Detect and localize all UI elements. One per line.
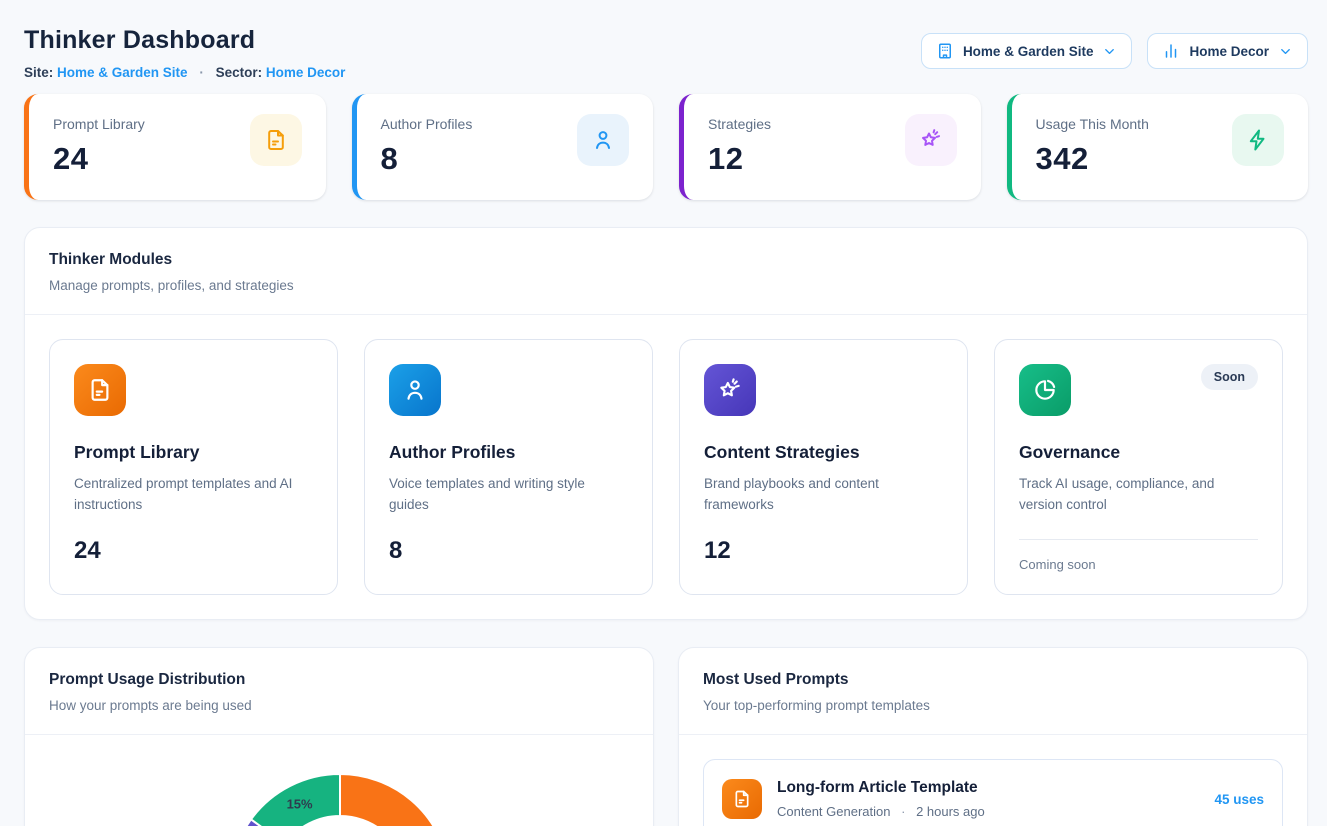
user-icon (577, 114, 629, 166)
prompt-time: 2 hours ago (916, 804, 985, 819)
chevron-down-icon (1102, 44, 1117, 59)
building-icon (936, 42, 954, 60)
usage-panel-title: Prompt Usage Distribution (49, 671, 629, 689)
soon-badge: Soon (1201, 364, 1258, 390)
sector-selector-button[interactable]: Home Decor (1147, 33, 1308, 69)
module-description: Voice templates and writing style guides (389, 474, 628, 516)
title-block: Thinker Dashboard Site: Home & Garden Si… (24, 26, 345, 80)
bottom-row: Prompt Usage Distribution How your promp… (24, 647, 1308, 826)
site-selector-label: Home & Garden Site (963, 44, 1094, 59)
stat-value: 8 (381, 141, 473, 177)
site-label: Site: (24, 65, 53, 80)
prompt-list-item[interactable]: Long-form Article Template Content Gener… (703, 759, 1283, 826)
sparkle-star-icon (905, 114, 957, 166)
usage-panel-header: Prompt Usage Distribution How your promp… (25, 648, 653, 735)
module-description: Track AI usage, compliance, and version … (1019, 474, 1258, 516)
stat-label: Usage This Month (1036, 116, 1149, 132)
stat-value: 24 (53, 141, 145, 177)
pie-chart-icon (1019, 364, 1071, 416)
chevron-down-icon (1278, 44, 1293, 59)
donut-chart: 15% (25, 735, 653, 826)
file-text-icon (250, 114, 302, 166)
sparkle-star-icon (704, 364, 756, 416)
modules-panel: Thinker Modules Manage prompts, profiles… (24, 227, 1308, 620)
bar-chart-icon (1162, 42, 1180, 60)
prompts-panel-subtitle: Your top-performing prompt templates (703, 698, 1283, 713)
modules-body: Prompt Library Centralized prompt templa… (25, 315, 1307, 619)
zap-icon (1232, 114, 1284, 166)
prompts-panel-title: Most Used Prompts (703, 671, 1283, 689)
stat-card-author-profiles: Author Profiles 8 (352, 94, 654, 200)
prompt-uses-badge: 45 uses (1214, 792, 1264, 807)
user-icon (389, 364, 441, 416)
stat-card-prompt-library: Prompt Library 24 (24, 94, 326, 200)
site-link[interactable]: Home & Garden Site (57, 65, 188, 80)
header-selectors: Home & Garden Site Home Decor (921, 33, 1308, 69)
dashboard-page: Thinker Dashboard Site: Home & Garden Si… (0, 0, 1327, 826)
module-card-content-strategies[interactable]: Content Strategies Brand playbooks and c… (679, 339, 968, 595)
module-card-prompt-library[interactable]: Prompt Library Centralized prompt templa… (49, 339, 338, 595)
stat-label: Author Profiles (381, 116, 473, 132)
file-text-icon (74, 364, 126, 416)
module-title: Prompt Library (74, 442, 313, 463)
stat-card-usage: Usage This Month 342 (1007, 94, 1309, 200)
module-card-governance[interactable]: Soon Governance Track AI usage, complian… (994, 339, 1283, 595)
stat-value: 342 (1036, 141, 1149, 177)
donut-segment-label: 15% (287, 797, 313, 812)
prompts-list: Long-form Article Template Content Gener… (679, 735, 1307, 826)
prompt-title: Long-form Article Template (777, 779, 1199, 797)
sector-link[interactable]: Home Decor (266, 65, 346, 80)
module-description: Brand playbooks and content frameworks (704, 474, 943, 516)
stat-label: Strategies (708, 116, 771, 132)
chart-area: 15% (25, 735, 653, 826)
sector-label: Sector: (216, 65, 263, 80)
modules-panel-header: Thinker Modules Manage prompts, profiles… (25, 228, 1307, 315)
module-description: Centralized prompt templates and AI inst… (74, 474, 313, 516)
donut-segment-orange-segment (340, 774, 450, 826)
page-header: Thinker Dashboard Site: Home & Garden Si… (24, 26, 1308, 80)
module-title: Governance (1019, 442, 1258, 463)
most-used-prompts-panel: Most Used Prompts Your top-performing pr… (678, 647, 1308, 826)
stat-value: 12 (708, 141, 771, 177)
prompt-meta: Content Generation · 2 hours ago (777, 804, 1199, 819)
meta-separator: · (901, 804, 905, 819)
module-title: Content Strategies (704, 442, 943, 463)
module-title: Author Profiles (389, 442, 628, 463)
module-count: 8 (389, 537, 628, 565)
module-count: 12 (704, 537, 943, 565)
stat-card-strategies: Strategies 12 (679, 94, 981, 200)
breadcrumb: Site: Home & Garden Site · Sector: Home … (24, 65, 345, 80)
page-title: Thinker Dashboard (24, 26, 345, 55)
module-count: 24 (74, 537, 313, 565)
usage-distribution-panel: Prompt Usage Distribution How your promp… (24, 647, 654, 826)
stat-label: Prompt Library (53, 116, 145, 132)
site-selector-button[interactable]: Home & Garden Site (921, 33, 1133, 69)
module-coming-soon: Coming soon (1019, 539, 1258, 572)
modules-panel-title: Thinker Modules (49, 251, 1283, 269)
sector-selector-label: Home Decor (1189, 44, 1269, 59)
file-text-icon (722, 779, 762, 819)
stats-row: Prompt Library 24 Author Profiles 8 Stra… (24, 94, 1308, 200)
module-card-author-profiles[interactable]: Author Profiles Voice templates and writ… (364, 339, 653, 595)
prompts-panel-header: Most Used Prompts Your top-performing pr… (679, 648, 1307, 735)
usage-panel-subtitle: How your prompts are being used (49, 698, 629, 713)
modules-panel-subtitle: Manage prompts, profiles, and strategies (49, 278, 1283, 293)
prompt-category: Content Generation (777, 804, 890, 819)
breadcrumb-separator: · (199, 65, 204, 80)
